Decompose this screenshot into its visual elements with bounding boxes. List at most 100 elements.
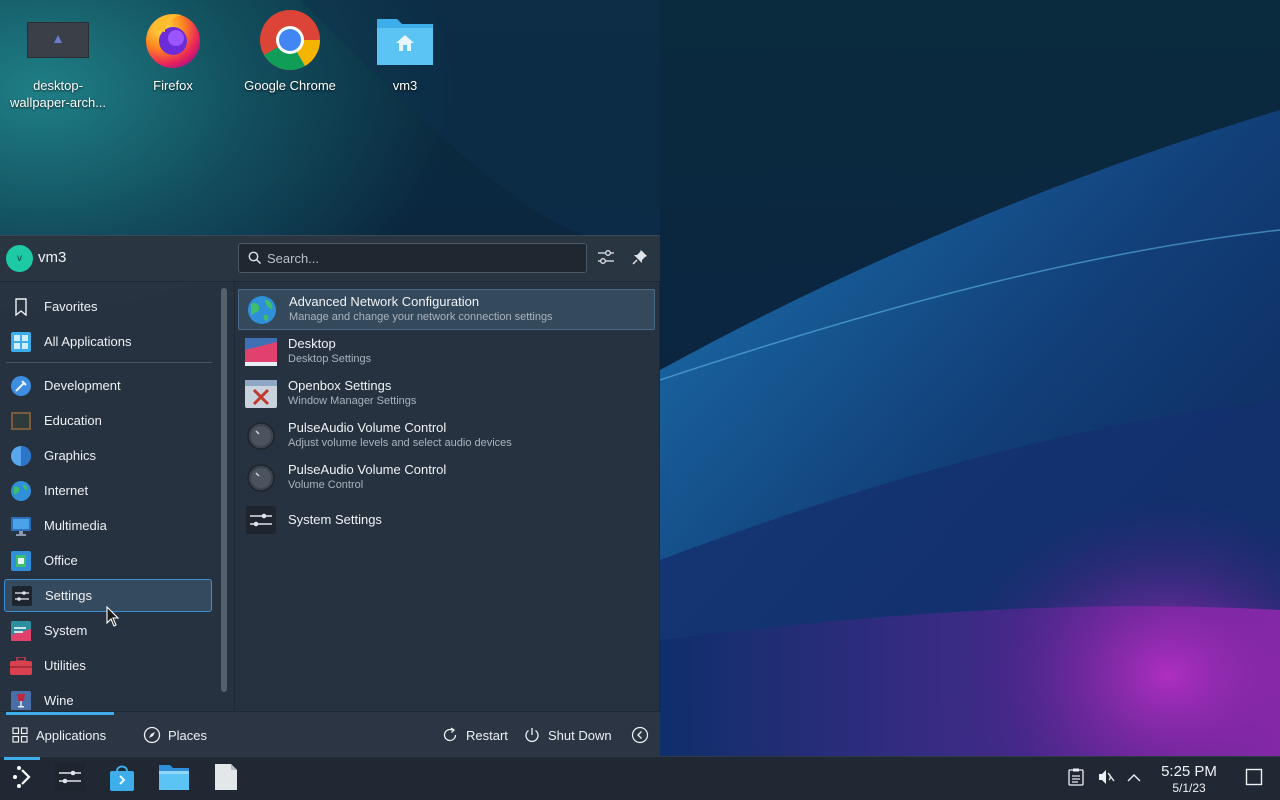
settings-sliders-icon: [11, 585, 33, 607]
shutdown-button[interactable]: Shut Down: [522, 724, 612, 746]
taskbar-discover[interactable]: [104, 761, 140, 797]
network-globe-icon: [246, 294, 278, 326]
store-bag-icon: [109, 763, 135, 796]
app-description: Volume Control: [288, 479, 364, 491]
app-system-settings[interactable]: System Settings: [238, 499, 655, 540]
development-icon: [10, 375, 32, 397]
category-label: All Applications: [44, 334, 132, 349]
bookmark-icon: [10, 296, 32, 318]
app-description: Window Manager Settings: [288, 395, 417, 407]
document-icon: [214, 763, 238, 796]
app-desktop[interactable]: Desktop Desktop Settings: [238, 331, 655, 372]
category-development[interactable]: Development: [4, 369, 212, 402]
desktop-icon-firefox[interactable]: Firefox: [118, 8, 228, 94]
category-list: Favorites All Applications Development E…: [0, 282, 216, 710]
category-multimedia[interactable]: Multimedia: [4, 509, 212, 542]
sliders-icon: [597, 248, 615, 271]
search-icon: [248, 251, 262, 270]
show-hidden-icons-button[interactable]: [1122, 767, 1146, 791]
volume-muted-icon: [1097, 768, 1115, 791]
active-tab-indicator: [6, 712, 114, 715]
button-label: Shut Down: [548, 727, 612, 743]
category-scrollbar[interactable]: [221, 288, 227, 692]
category-label: Utilities: [44, 658, 86, 673]
launcher-header: v vm3: [0, 236, 660, 282]
button-label: Restart: [466, 727, 508, 743]
system-icon: [10, 620, 32, 642]
app-advanced-network-configuration[interactable]: Advanced Network Configuration Manage an…: [238, 289, 655, 330]
image-file-icon: [26, 8, 90, 72]
category-all-applications[interactable]: All Applications: [4, 325, 212, 358]
volume-knob-icon: [245, 462, 277, 494]
app-name: Advanced Network Configuration: [289, 294, 480, 309]
toolbox-icon: [10, 655, 32, 677]
compass-icon: [142, 725, 162, 745]
multimedia-icon: [10, 515, 32, 537]
taskbar-text-editor[interactable]: [208, 761, 244, 797]
application-launcher: v vm3 Search... Favorites All Applicatio…: [0, 235, 660, 757]
category-label: Internet: [44, 483, 89, 498]
wine-icon: [10, 690, 32, 710]
volume-tray-button[interactable]: [1094, 767, 1118, 791]
tab-places[interactable]: Places: [142, 724, 207, 746]
globe-icon: [10, 480, 32, 502]
app-pulseaudio-volume-control-2[interactable]: PulseAudio Volume Control Volume Control: [238, 457, 655, 498]
taskbar-system-settings[interactable]: [52, 761, 88, 797]
active-launcher-indicator: [4, 757, 40, 760]
avatar[interactable]: v: [6, 245, 33, 272]
category-utilities[interactable]: Utilities: [4, 649, 212, 682]
volume-knob-icon: [245, 420, 277, 452]
category-label: Graphics: [44, 448, 97, 463]
show-desktop-button[interactable]: [1242, 767, 1266, 791]
pin-button[interactable]: [628, 247, 652, 271]
desktop-icon-home-folder[interactable]: vm3: [350, 8, 460, 94]
category-label: System: [44, 623, 88, 638]
desktop-icon-label: Google Chrome: [244, 78, 336, 93]
education-icon: [10, 410, 32, 432]
system-settings-icon: [245, 504, 277, 536]
app-name: System Settings: [288, 511, 382, 527]
chevron-left-icon: [630, 725, 650, 745]
firefox-icon: [141, 8, 205, 72]
search-box[interactable]: [238, 243, 587, 273]
desktop-settings-icon: [245, 336, 277, 368]
category-education[interactable]: Education: [4, 404, 212, 437]
category-label: Settings: [45, 588, 92, 603]
desktop-icon-chrome[interactable]: Google Chrome: [235, 8, 345, 94]
category-wine[interactable]: Wine: [4, 684, 212, 710]
app-description: Desktop Settings: [288, 353, 372, 365]
taskbar-file-manager[interactable]: [156, 761, 192, 797]
grid-icon: [10, 331, 32, 353]
category-office[interactable]: Office: [4, 544, 212, 577]
restart-icon: [440, 725, 460, 745]
restart-button[interactable]: Restart: [440, 724, 508, 746]
app-description: Adjust volume levels and select audio de…: [288, 437, 512, 449]
digital-clock[interactable]: 5:25 PM 5/1/23: [1150, 763, 1228, 795]
app-openbox-settings[interactable]: Openbox Settings Window Manager Settings: [238, 373, 655, 414]
search-input[interactable]: [267, 248, 577, 268]
chevron-up-icon: [1127, 770, 1141, 788]
app-name: PulseAudio Volume Control: [288, 462, 447, 477]
configure-button[interactable]: [594, 247, 618, 271]
clock-time: 5:25 PM: [1161, 763, 1217, 780]
username[interactable]: vm3: [38, 249, 66, 266]
category-graphics[interactable]: Graphics: [4, 439, 212, 472]
app-pulseaudio-volume-control-1[interactable]: PulseAudio Volume Control Adjust volume …: [238, 415, 655, 456]
more-session-button[interactable]: [630, 724, 656, 746]
tab-applications[interactable]: Applications: [10, 724, 106, 746]
pin-icon: [631, 248, 649, 271]
mouse-cursor-icon: [106, 605, 120, 633]
category-internet[interactable]: Internet: [4, 474, 212, 507]
clipboard-icon: [1068, 768, 1084, 791]
tab-label: Applications: [36, 727, 107, 743]
launcher-footer: Applications Places Restart Shut Down: [0, 711, 660, 757]
launcher-button[interactable]: [4, 761, 40, 797]
desktop-icon-wallpaper[interactable]: desktop-wallpaper-arch...: [3, 8, 113, 111]
home-folder-icon: [373, 8, 437, 72]
desktop-icon-label: desktop-wallpaper-arch...: [9, 78, 107, 110]
power-icon: [522, 725, 542, 745]
kde-logo-icon: [9, 764, 35, 795]
clipboard-tray-button[interactable]: [1064, 767, 1088, 791]
category-label: Favorites: [44, 299, 98, 314]
category-favorites[interactable]: Favorites: [4, 290, 212, 323]
